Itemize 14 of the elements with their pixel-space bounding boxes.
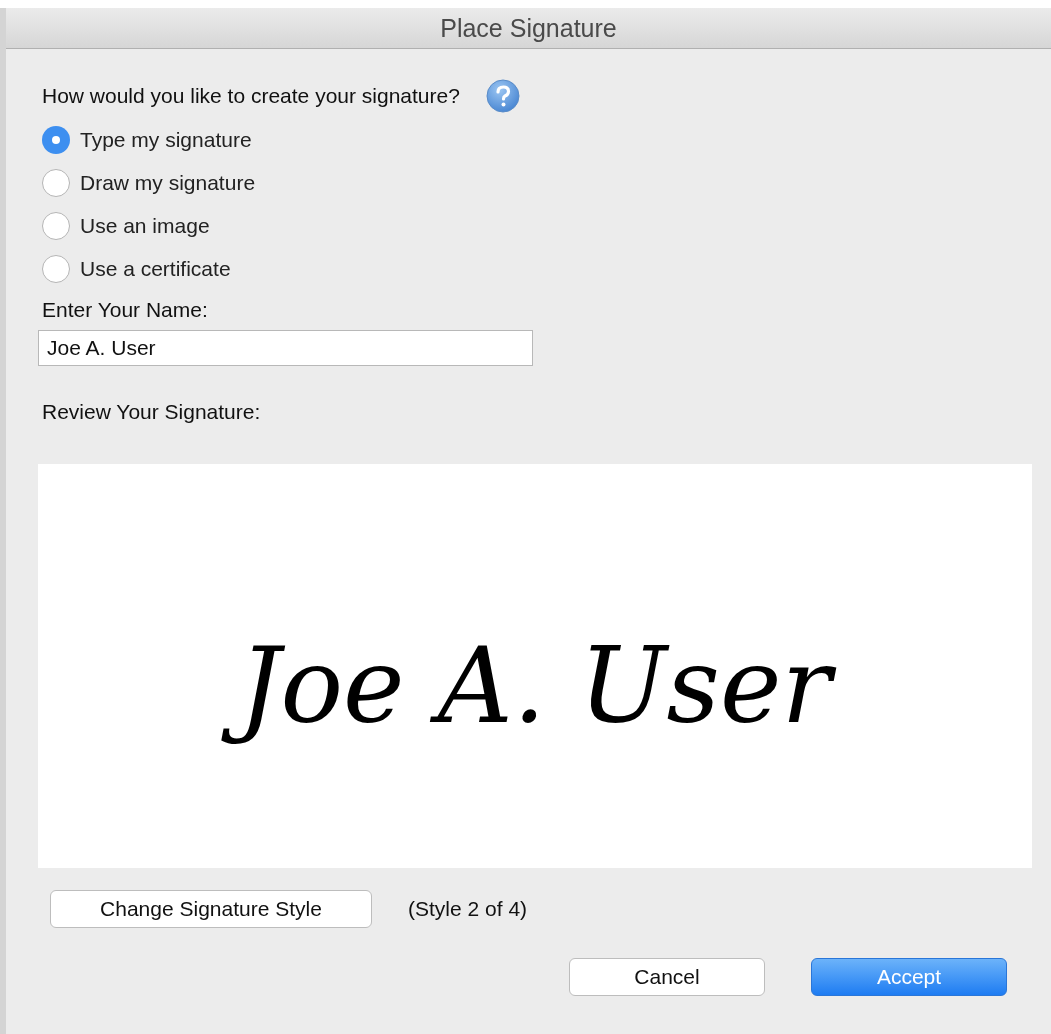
radio-option[interactable]: Draw my signature	[42, 168, 1031, 198]
radio-option[interactable]: Type my signature	[42, 125, 1031, 155]
cancel-button[interactable]: Cancel	[569, 958, 765, 996]
style-note: (Style 2 of 4)	[408, 897, 528, 921]
change-style-button[interactable]: Change Signature Style	[50, 890, 372, 928]
radio-option[interactable]: Use an image	[42, 211, 1031, 241]
review-label: Review Your Signature:	[42, 400, 262, 424]
radio-option[interactable]: Use a certificate	[42, 254, 1031, 284]
name-field[interactable]: Joe A. User	[38, 330, 533, 366]
question-label: How would you like to create your signature?	[42, 84, 460, 108]
help-icon[interactable]	[485, 79, 520, 113]
name-label: Enter Your Name:	[42, 298, 209, 322]
signature-text: Joe A. User	[214, 610, 856, 762]
window-title: Place Signature	[440, 13, 617, 43]
